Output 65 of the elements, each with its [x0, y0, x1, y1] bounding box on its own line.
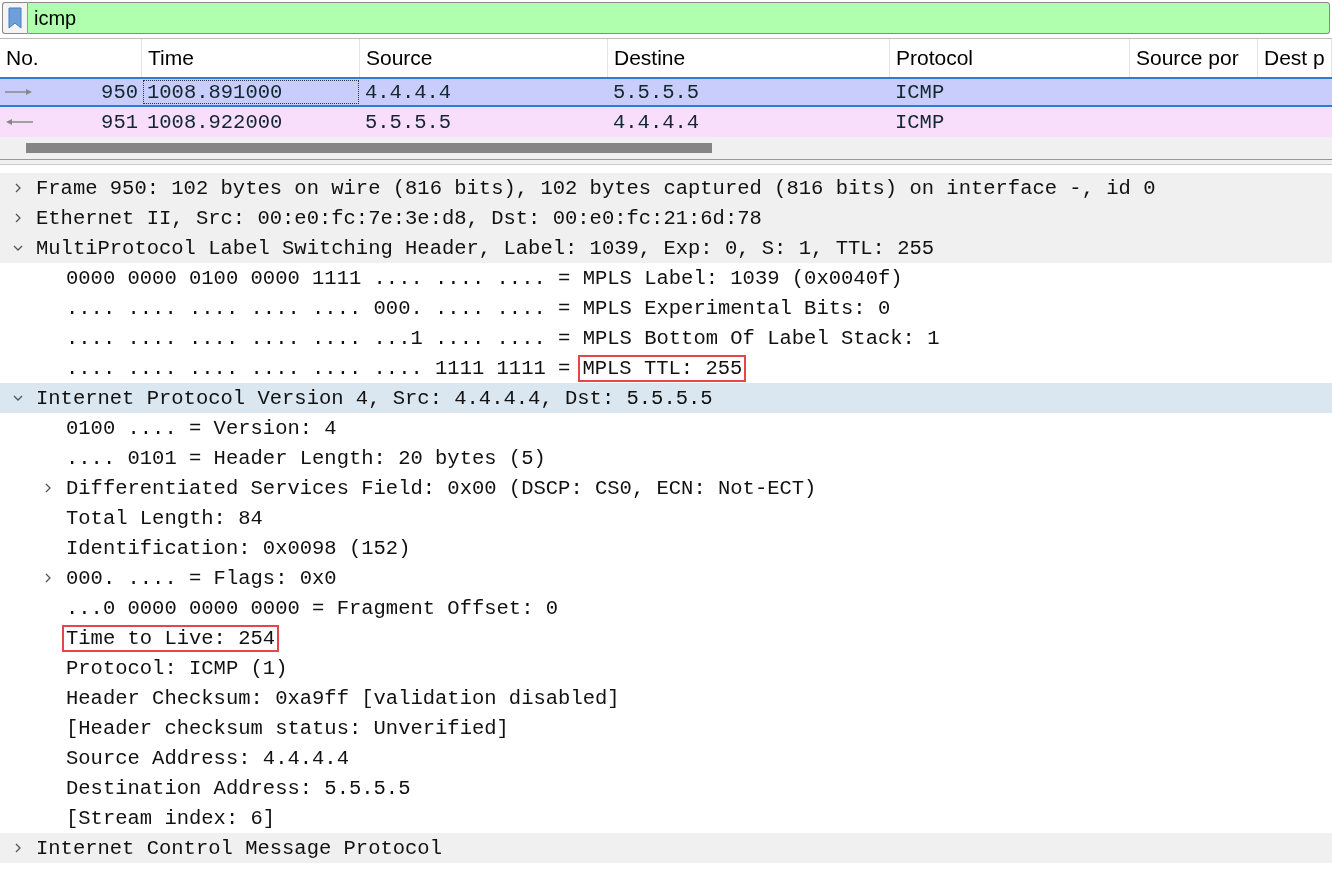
tree-row[interactable]: Differentiated Services Field: 0x00 (DSCP: CS0, ECN: Not-ECT) [0, 473, 1332, 503]
table-cell: ICMP [895, 110, 945, 134]
table-cell: ICMP [895, 80, 945, 104]
table-cell: 1008.922000 [147, 110, 283, 134]
field-text: .... .... .... .... .... ...1 .... .... = MPLS Bottom Of Label Stack: 1 [66, 325, 940, 351]
tree-row[interactable]: Internet Protocol Version 4, Src: 4.4.4.4, Dst: 5.5.5.5 [0, 383, 1332, 413]
tree-row[interactable]: [Header checksum status: Unverified] [0, 713, 1332, 743]
tree-row[interactable]: MultiProtocol Label Switching Header, Label: 1039, Exp: 0, S: 1, TTL: 255 [0, 233, 1332, 263]
tree-row[interactable]: Header Checksum: 0xa9ff [validation disabled] [0, 683, 1332, 713]
table-cell: 1008.891000 [147, 80, 283, 104]
field-text: .... 0101 = Header Length: 20 bytes (5) [66, 445, 546, 471]
tree-row[interactable]: .... 0101 = Header Length: 20 bytes (5) [0, 443, 1332, 473]
field-text: Identification: 0x0098 (152) [66, 535, 411, 561]
field-text: ...0 0000 0000 0000 = Fragment Offset: 0 [66, 595, 559, 621]
field-text: Protocol: ICMP (1) [66, 655, 288, 681]
packet-row[interactable]: 951 1008.922000 5.5.5.5 4.4.4.4 ICMP [0, 107, 1332, 137]
tree-row[interactable]: Source Address: 4.4.4.4 [0, 743, 1332, 773]
tree-row[interactable]: 0000 0000 0100 0000 1111 .... .... .... = MPLS Label: 1039 (0x0040f) [0, 263, 1332, 293]
bookmark-icon [8, 7, 22, 29]
tree-row[interactable]: 0100 .... = Version: 4 [0, 413, 1332, 443]
tree-row[interactable]: [Stream index: 6] [0, 803, 1332, 833]
protocol-header-text: Internet Protocol Version 4, Src: 4.4.4.4, Dst: 5.5.5.5 [36, 385, 713, 411]
field-text: 0000 0000 0100 0000 1111 .... .... .... = MPLS Label: 1039 (0x0040f) [66, 265, 903, 291]
tree-row[interactable]: Frame 950: 102 bytes on wire (816 bits), 102 bytes captured (816 bits) on interface -, id 0 [0, 173, 1332, 203]
tree-row[interactable]: Total Length: 84 [0, 503, 1332, 533]
field-text: 000. .... = Flags: 0x0 [66, 565, 337, 591]
table-cell: 5.5.5.5 [365, 110, 452, 134]
table-cell: 4.4.4.4 [613, 110, 700, 134]
field-text: Header Checksum: 0xa9ff [validation disabled] [66, 685, 620, 711]
tree-row[interactable]: ...0 0000 0000 0000 = Fragment Offset: 0 [0, 593, 1332, 623]
field-text: Total Length: 84 [66, 505, 263, 531]
field-text: Destination Address: 5.5.5.5 [66, 775, 411, 801]
field-text: [Header checksum status: Unverified] [66, 715, 509, 741]
field-text: [Stream index: 6] [66, 805, 276, 831]
field-text: 0100 .... = Version: 4 [66, 415, 337, 441]
table-cell: 950 [101, 80, 138, 104]
protocol-header-text: Frame 950: 102 bytes on wire (816 bits), 102 bytes captured (816 bits) on interface -, id 0 [36, 175, 1156, 201]
tree-row[interactable]: Protocol: ICMP (1) [0, 653, 1332, 683]
table-cell: 951 [101, 110, 138, 134]
tree-row[interactable]: .... .... .... .... .... ...1 .... .... = MPLS Bottom Of Label Stack: 1 [0, 323, 1332, 353]
bookmark-button[interactable] [2, 2, 28, 34]
tree-row[interactable]: Ethernet II, Src: 00:e0:fc:7e:3e:d8, Dst: 00:e0:fc:21:6d:78 [0, 203, 1332, 233]
tree-row[interactable]: Time to Live: 254 [0, 623, 1332, 653]
horizontal-scrollbar[interactable] [26, 143, 712, 153]
bit-field-text: .... .... .... .... .... .... 1111 1111 = [66, 355, 571, 381]
right-arrow-icon [4, 88, 34, 96]
table-cell: 4.4.4.4 [365, 80, 452, 104]
field-text: .... .... .... .... .... 000. .... .... = MPLS Experimental Bits: 0 [66, 295, 891, 321]
tree-row[interactable]: .... .... .... .... .... .... 1111 1111 = MPLS TTL: 255 [0, 353, 1332, 383]
field-text: Time to Live: 254 [62, 624, 280, 652]
packet-row[interactable]: 950 1008.891000 4.4.4.4 5.5.5.5 ICMP [0, 77, 1332, 107]
protocol-header-text: MultiProtocol Label Switching Header, Label: 1039, Exp: 0, S: 1, TTL: 255 [36, 235, 935, 261]
tree-row[interactable]: 000. .... = Flags: 0x0 [0, 563, 1332, 593]
field-text: Differentiated Services Field: 0x00 (DSCP: CS0, ECN: Not-ECT) [66, 475, 817, 501]
table-cell: 5.5.5.5 [613, 80, 700, 104]
left-arrow-icon [4, 118, 34, 126]
tree-row[interactable]: Identification: 0x0098 (152) [0, 533, 1332, 563]
tree-row[interactable]: .... .... .... .... .... 000. .... .... = MPLS Experimental Bits: 0 [0, 293, 1332, 323]
protocol-header-text: Ethernet II, Src: 00:e0:fc:7e:3e:d8, Dst: 00:e0:fc:21:6d:78 [36, 205, 762, 231]
field-text: Source Address: 4.4.4.4 [66, 745, 349, 771]
tree-row[interactable]: Internet Control Message Protocol [0, 833, 1332, 863]
protocol-header-text: Internet Control Message Protocol [36, 835, 442, 861]
tree-row[interactable]: Destination Address: 5.5.5.5 [0, 773, 1332, 803]
field-text: MPLS TTL: 255 [578, 354, 747, 382]
display-filter-field[interactable]: icmp [28, 2, 1330, 34]
